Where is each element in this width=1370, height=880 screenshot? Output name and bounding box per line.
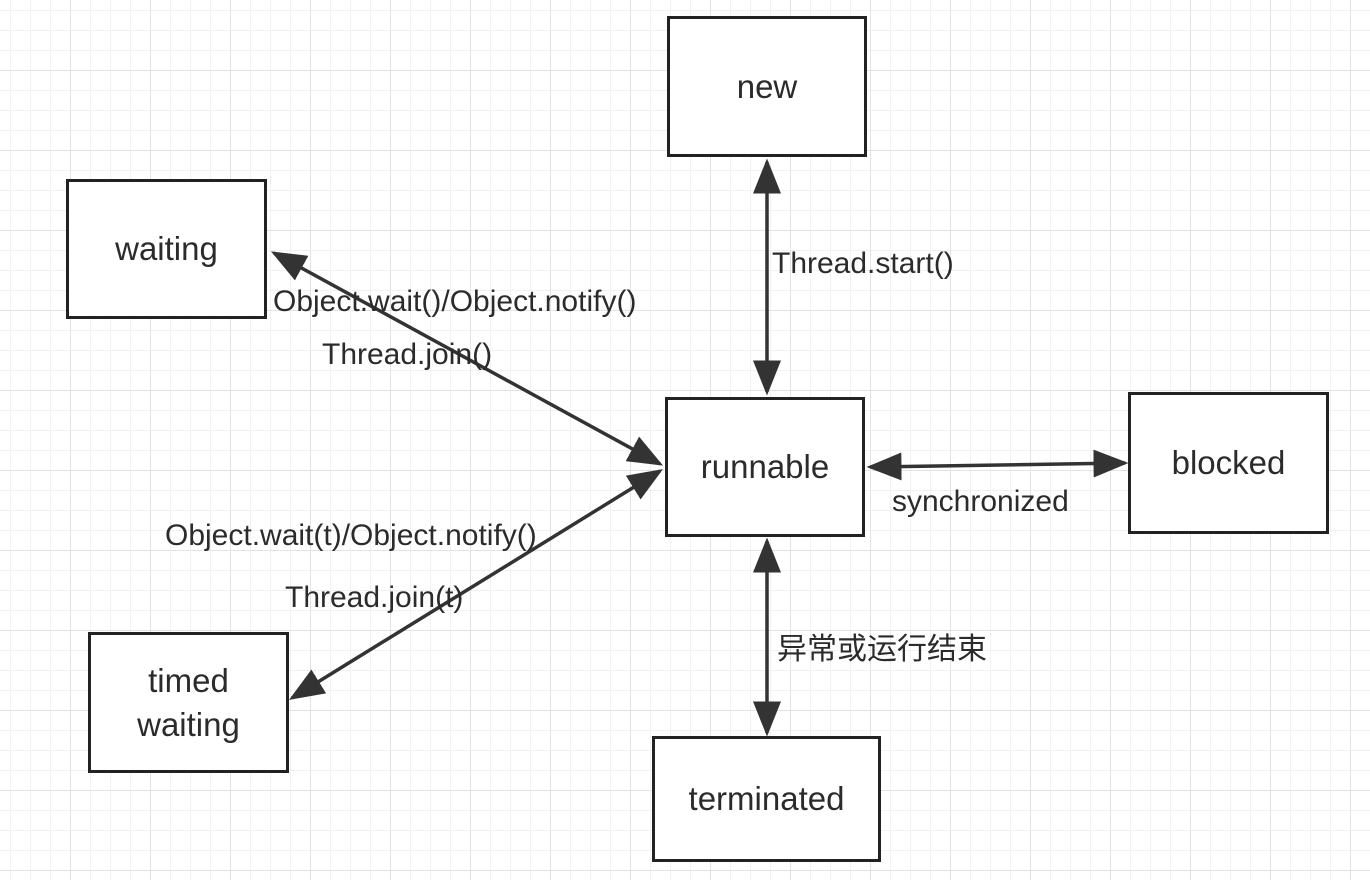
node-new[interactable]: new [667, 16, 867, 157]
node-blocked[interactable]: blocked [1128, 392, 1329, 534]
edge-label-exception-or-finish: 异常或运行结束 [777, 632, 987, 667]
node-blocked-label: blocked [1171, 444, 1286, 481]
node-timed-waiting[interactable]: timed waiting [88, 632, 289, 773]
edge-label-object-wait-t-notify: Object.wait(t)/Object.notify() [165, 519, 537, 552]
node-new-label: new [736, 67, 798, 105]
edge-label-object-wait-notify: Object.wait()/Object.notify() [273, 285, 637, 318]
edge-label-thread-start: Thread.start() [772, 247, 954, 280]
node-waiting-label: waiting [115, 230, 218, 267]
edge-label-thread-join: Thread.join() [322, 338, 493, 371]
edge-label-synchronized: synchronized [892, 485, 1069, 518]
node-terminated[interactable]: terminated [652, 736, 881, 862]
node-timed-waiting-label-line1: timed [148, 661, 229, 699]
node-runnable[interactable]: runnable [665, 397, 865, 537]
node-waiting[interactable]: waiting [66, 179, 267, 319]
edge-runnable-blocked [866, 449, 1129, 481]
edge-label-thread-join-t: Thread.join(t) [285, 581, 464, 614]
node-runnable-label: runnable [700, 448, 830, 485]
node-timed-waiting-label-line2: waiting [137, 705, 240, 743]
node-terminated-label: terminated [688, 780, 845, 817]
state-diagram-canvas: new waiting runnable blocked timed waiti… [0, 0, 1370, 880]
